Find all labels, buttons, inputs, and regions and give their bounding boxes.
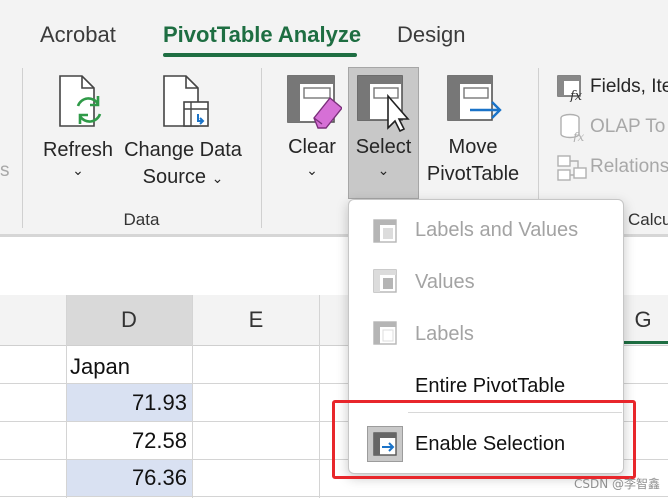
cell-d-value[interactable]: 72.58: [67, 428, 187, 454]
ribbon-separator: [261, 68, 262, 228]
change-data-source-label-line1: Change Data: [124, 139, 242, 161]
menu-item-values[interactable]: Values: [349, 264, 623, 302]
grid-line: [319, 295, 320, 498]
cell-d-value[interactable]: 76.36: [67, 465, 187, 491]
chevron-down-icon: ⌄: [211, 170, 224, 186]
refresh-button[interactable]: Refresh ⌄: [40, 70, 116, 196]
clear-icon: [286, 74, 342, 130]
grid-line: [192, 295, 193, 498]
relationships-label: Relations: [590, 156, 668, 177]
chevron-down-icon: ⌄: [72, 162, 84, 178]
cell-d-header[interactable]: Japan: [70, 354, 130, 380]
cell-d-value[interactable]: 71.93: [67, 390, 187, 416]
column-g-selection-bar: [624, 341, 668, 344]
menu-item-labels-and-values[interactable]: Labels and Values: [349, 212, 623, 250]
change-data-source-icon: [160, 72, 212, 132]
fields-items-sets-button[interactable]: fx Fields, Ite: [556, 72, 668, 104]
tab-pivottable-analyze[interactable]: PivotTable Analyze: [163, 22, 361, 48]
clear-button[interactable]: Clear ⌄: [280, 70, 344, 196]
svg-text:fx: fx: [569, 89, 583, 102]
grid-line: [0, 496, 668, 497]
fields-icon: fx: [556, 74, 586, 102]
menu-item-label: Entire PivotTable: [415, 375, 566, 397]
svg-text:fx: fx: [572, 130, 584, 142]
column-header-e[interactable]: E: [193, 295, 319, 345]
move-pivottable-icon: [446, 74, 504, 130]
ribbon-cut-label: s: [0, 160, 10, 181]
chevron-down-icon: ⌄: [377, 162, 390, 178]
olap-tools-label: OLAP To: [590, 116, 666, 137]
pivot-values-icon: [372, 268, 398, 294]
change-data-source-button[interactable]: Change Data Source ⌄: [120, 70, 246, 196]
olap-tools-button[interactable]: fx OLAP To: [556, 112, 668, 144]
tab-acrobat[interactable]: Acrobat: [40, 22, 116, 48]
pivot-labels-values-icon: [372, 218, 398, 244]
group-label-calculations: Calcu: [628, 210, 668, 229]
move-pivottable-label-line1: Move: [448, 136, 498, 158]
refresh-label: Refresh: [42, 139, 114, 161]
refresh-icon: [54, 72, 104, 132]
ribbon-separator: [22, 68, 23, 228]
relationships-button[interactable]: Relations: [556, 152, 668, 184]
menu-item-label: Values: [415, 271, 475, 293]
move-pivottable-button[interactable]: Move PivotTable: [420, 70, 526, 196]
move-pivottable-label-line2: PivotTable: [426, 163, 520, 185]
menu-item-labels[interactable]: Labels: [349, 316, 623, 354]
fields-items-sets-label: Fields, Ite: [590, 76, 668, 97]
chevron-down-icon: ⌄: [306, 162, 318, 178]
relationships-icon: [556, 154, 588, 182]
select-icon: [356, 74, 412, 132]
select-label: Select: [355, 136, 412, 158]
watermark: CSDN @李智鑫: [573, 477, 660, 491]
olap-icon: fx: [558, 112, 588, 142]
active-tab-indicator: [163, 53, 357, 57]
tab-design[interactable]: Design: [397, 22, 465, 48]
annotation-highlight-box: [332, 400, 636, 479]
menu-item-label: Labels and Values: [415, 219, 579, 241]
menu-item-label: Labels: [415, 323, 474, 345]
pivot-labels-icon: [372, 320, 398, 346]
group-label-data: Data: [123, 210, 160, 229]
change-data-source-label-line2: Source ⌄: [142, 166, 224, 188]
clear-label: Clear: [288, 136, 336, 158]
column-header-d[interactable]: D: [66, 295, 192, 345]
